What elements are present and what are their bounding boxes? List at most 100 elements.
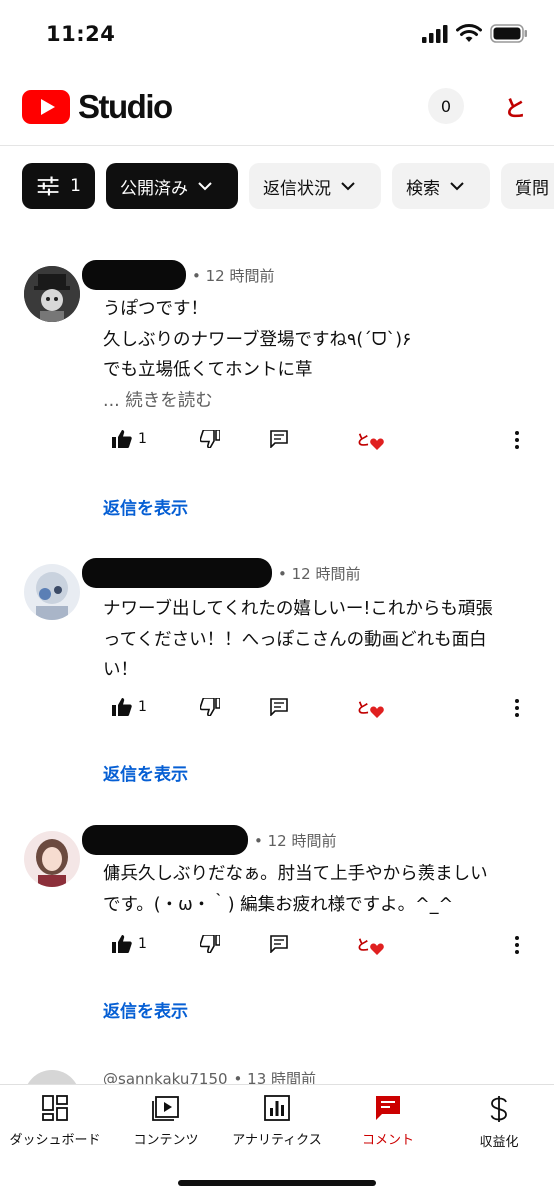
show-replies-link[interactable]: 返信を表示 [103, 760, 188, 785]
creator-heart-button[interactable]: と [356, 698, 384, 718]
comment-text: うぽつです！ 久しぶりのナワーブ登場ですね٩(ˊᗜˋ)۶ でも立場低くてホントに… [103, 294, 533, 416]
nav-label: コンテンツ [133, 1133, 199, 1148]
nav-content[interactable]: コンテンツ [111, 1095, 221, 1148]
show-replies-link[interactable]: 返信を表示 [103, 494, 188, 519]
comment-line: 傭兵久しぶりだなぁ。肘当て上手やから羨ましい [103, 864, 488, 884]
sliders-icon [37, 176, 59, 196]
like-count: 1 [138, 699, 147, 715]
chevron-down-icon [198, 182, 212, 191]
thumbs-down-icon [200, 935, 220, 953]
filter-reply-status-label: 返信状況 [263, 178, 331, 199]
reply-comment-icon [270, 430, 288, 448]
like-button[interactable]: 1 [112, 698, 147, 716]
wifi-icon [456, 24, 482, 42]
comment-item: • 12 時間前 うぽつです！ 久しぶりのナワーブ登場ですね٩(ˊᗜˋ)۶ でも… [0, 250, 554, 530]
more-options-button[interactable] [514, 698, 520, 718]
youtube-play-icon [22, 90, 70, 124]
dollar-icon [490, 1096, 507, 1122]
home-indicator[interactable] [178, 1180, 376, 1186]
comment-item: • 12 時間前 ナワーブ出してくれたの嬉しいー!これからも頑張 ってください！… [0, 550, 554, 800]
status-bar: 11:24 [0, 0, 554, 70]
redacted-author [82, 260, 186, 290]
commenter-avatar[interactable] [24, 831, 80, 887]
filter-question-label: 質問 [515, 178, 549, 199]
creator-heart-button[interactable]: と [356, 430, 384, 450]
nav-dashboard[interactable]: ダッシュボード [0, 1095, 110, 1148]
like-count: 1 [138, 936, 147, 952]
nav-label: ダッシュボード [9, 1133, 101, 1148]
commenter-avatar[interactable] [24, 266, 80, 322]
dislike-button[interactable] [200, 935, 220, 953]
comment-actions: 1 と [0, 698, 554, 728]
reply-button[interactable] [270, 430, 288, 448]
reply-comment-icon [270, 698, 288, 716]
chevron-down-icon [450, 182, 464, 191]
comment-line: です。(・ω・｀) 編集お疲れ様ですよ。^_^ [103, 894, 454, 915]
thumbs-up-icon [112, 430, 132, 448]
more-vert-icon [515, 431, 519, 449]
redacted-author [82, 558, 272, 588]
filter-question-chip[interactable]: 質問 [501, 163, 554, 209]
nav-analytics[interactable]: アナリティクス [222, 1095, 332, 1148]
like-count: 1 [138, 431, 147, 447]
dislike-button[interactable] [200, 430, 220, 448]
comment-meta: • 12 時間前 [82, 260, 274, 290]
comment-meta: • 12 時間前 [82, 825, 336, 855]
thumbs-up-icon [112, 698, 132, 716]
filter-search-label: 検索 [406, 178, 440, 199]
comment-actions: 1 と [0, 430, 554, 460]
like-button[interactable]: 1 [112, 935, 147, 953]
filter-published-chip[interactable]: 公開済み [106, 163, 238, 209]
more-vert-icon [515, 699, 519, 717]
reply-comment-icon [270, 935, 288, 953]
creator-avatar-mini: と [356, 701, 370, 717]
content-icon [152, 1096, 179, 1121]
reply-button[interactable] [270, 935, 288, 953]
comment-line: 久しぶりのナワーブ登場ですね٩(ˊᗜˋ)۶ [103, 329, 412, 350]
comment-meta: • 12 時間前 [82, 558, 360, 588]
comment-item: • 12 時間前 傭兵久しぶりだなぁ。肘当て上手やから羨ましい です。(・ω・｀… [0, 815, 554, 1030]
show-replies-link[interactable]: 返信を表示 [103, 997, 188, 1022]
status-time: 11:24 [46, 22, 116, 46]
creator-avatar-mini: と [356, 938, 370, 954]
heart-icon [370, 943, 384, 955]
cellular-signal-icon [422, 24, 448, 43]
status-icons [422, 24, 528, 43]
comment-text: ナワーブ出してくれたの嬉しいー!これからも頑張 ってください！！へっぽこさんの動… [103, 594, 533, 686]
account-avatar[interactable]: と [500, 92, 530, 122]
reply-button[interactable] [270, 698, 288, 716]
analytics-icon [264, 1095, 290, 1121]
thumbs-down-icon [200, 430, 220, 448]
comment-actions: 1 と [0, 935, 554, 965]
read-more-link[interactable]: ... 続きを読む [103, 386, 533, 417]
creator-heart-button[interactable]: と [356, 935, 384, 955]
thumbs-down-icon [200, 698, 220, 716]
thumbs-up-icon [112, 935, 132, 953]
comment-item: @sannkaku7150 • 13 時間前 [0, 1060, 554, 1084]
comment-time: • 12 時間前 [192, 266, 275, 285]
filter-search-chip[interactable]: 検索 [392, 163, 490, 209]
comment-time: • 12 時間前 [254, 831, 337, 850]
comment-time: • 13 時間前 [233, 1070, 317, 1084]
more-options-button[interactable] [514, 935, 520, 955]
filter-settings-chip[interactable]: 1 [22, 163, 95, 209]
like-button[interactable]: 1 [112, 430, 147, 448]
comment-time: • 12 時間前 [278, 564, 361, 583]
commenter-avatar[interactable] [24, 564, 80, 620]
commenter-avatar[interactable] [24, 1070, 80, 1084]
more-options-button[interactable] [514, 430, 520, 450]
nav-monetization[interactable]: 収益化 [444, 1095, 554, 1150]
chevron-down-icon [341, 182, 355, 191]
nav-comments[interactable]: コメント [333, 1095, 443, 1148]
filter-chips: 1 公開済み 返信状況 検索 質問 [22, 163, 554, 211]
comment-author: @sannkaku7150 [103, 1069, 228, 1085]
logo-text: Studio [78, 88, 173, 125]
comment-line: うぽつです！ [103, 299, 208, 319]
notification-count-button[interactable]: 0 [428, 88, 464, 124]
heart-icon [370, 706, 384, 718]
dislike-button[interactable] [200, 698, 220, 716]
studio-logo[interactable]: Studio [22, 88, 173, 126]
comment-meta: @sannkaku7150 • 13 時間前 [103, 1068, 317, 1085]
nav-label: アナリティクス [232, 1133, 322, 1148]
filter-reply-status-chip[interactable]: 返信状況 [249, 163, 381, 209]
